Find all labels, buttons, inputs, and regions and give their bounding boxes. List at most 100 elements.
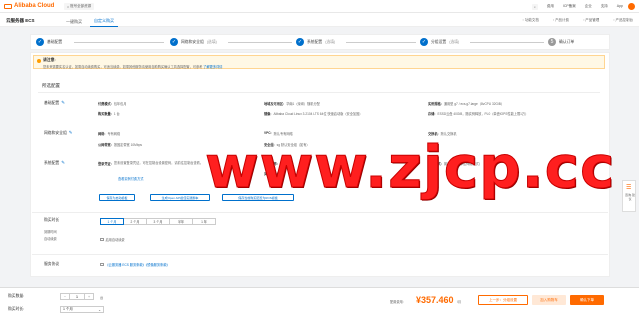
tab-quick-buy[interactable]: 一键购买 bbox=[62, 16, 86, 27]
price-unit: /月 bbox=[457, 300, 462, 304]
user-avatar[interactable] bbox=[628, 3, 635, 10]
step-group[interactable]: ✓ 分组设置 (选填) bbox=[420, 38, 459, 46]
check-icon: ✓ bbox=[170, 38, 178, 46]
openapi-script-button[interactable]: 生成Open API最佳实践脚本 bbox=[150, 194, 210, 201]
top-nav-links: ⌕ 费用 ICP备案 企业 支持 App bbox=[531, 3, 623, 10]
qty-unit: 台 bbox=[100, 296, 104, 300]
plus-icon[interactable]: + bbox=[85, 294, 93, 299]
duration-label: 购买时长 bbox=[44, 218, 60, 222]
nav-link-icp[interactable]: ICP备案 bbox=[563, 4, 576, 10]
field-billing: 付费模式: 包年包月 bbox=[98, 102, 127, 106]
agreement-link[interactable]: 《云服务器 ECS 服务条款》《镜像服务条款》 bbox=[106, 262, 170, 267]
autorenew-text: 启用自动续费 bbox=[105, 238, 125, 242]
tab-custom-buy[interactable]: 自定义购买 bbox=[90, 16, 118, 27]
nav-link-support[interactable]: 支持 bbox=[601, 4, 608, 10]
section-title: 所选配置 bbox=[42, 83, 60, 88]
save-template-button[interactable]: 保存为启动模板 bbox=[99, 194, 135, 201]
step-connector bbox=[228, 42, 292, 43]
field-region: 地域及可用区: 华南1（深圳）随机分配 bbox=[264, 102, 320, 106]
field-storage: 存储: ESSD云盘 40GiB，随实例释放，PL0（单盘IOPS性能上限1万） bbox=[428, 112, 529, 116]
workspace-selector[interactable]: ⌂ 账号全部资源 bbox=[64, 3, 95, 10]
nav-link-fee[interactable]: 费用 bbox=[547, 4, 554, 10]
bottom-duration-label: 购买时长: bbox=[8, 307, 25, 311]
duration-option-1m[interactable]: 1 个月 bbox=[100, 218, 124, 225]
notice-title: 请注意: bbox=[43, 58, 56, 62]
duration-option-2m[interactable]: 2 个月 bbox=[123, 218, 147, 225]
edit-icon[interactable]: ✎ bbox=[69, 130, 73, 136]
check-icon: ✓ bbox=[296, 38, 304, 46]
top-navbar: Alibaba Cloud ⌂ 账号全部资源 ⌕ 费用 ICP备案 企业 支持 … bbox=[0, 0, 639, 13]
step-sub: (选填) bbox=[449, 39, 460, 44]
step-connector bbox=[470, 42, 544, 43]
duration-segment: 1 个月 2 个月 3 个月 半年 1 年 bbox=[100, 218, 216, 225]
divider bbox=[32, 212, 608, 213]
duration-select-value: 1 个月 bbox=[63, 307, 73, 311]
step-connector bbox=[346, 42, 416, 43]
duration-select[interactable]: 1 个月 ⌄ bbox=[60, 306, 104, 313]
agreement-label: 服务协议 bbox=[44, 262, 60, 266]
notice-link[interactable]: 了解更多详情 bbox=[203, 65, 222, 69]
price-label: 配置费用: bbox=[390, 300, 404, 304]
confirm-order-button[interactable]: 确认下单 bbox=[570, 295, 604, 305]
autorenew-checkbox[interactable]: 启用自动续费 bbox=[100, 237, 125, 242]
step-basic[interactable]: ✓ 基础配置 bbox=[36, 38, 62, 46]
bottom-bar: 购买数量: − 1 + 台 购买时长: 1 个月 ⌄ 配置费用: ¥357.46… bbox=[0, 287, 639, 317]
field-quantity: 购买数量: 1 台 bbox=[98, 112, 120, 116]
nav-link-app[interactable]: App bbox=[617, 4, 623, 10]
product-link-doc[interactable]: ▫ 功能文档 bbox=[523, 18, 539, 23]
duration-option-3m[interactable]: 3 个月 bbox=[146, 218, 170, 225]
minus-icon[interactable]: − bbox=[61, 294, 69, 299]
edit-icon[interactable]: ✎ bbox=[61, 100, 65, 106]
duration-option-1y[interactable]: 1 年 bbox=[192, 218, 216, 225]
search-box[interactable]: ⌕ bbox=[531, 3, 538, 10]
alibaba-logo-icon bbox=[4, 3, 12, 9]
alibaba-cloud-logo[interactable]: Alibaba Cloud bbox=[4, 3, 54, 9]
notice-text: 您未来需要实名认证，如需自动续费购买，可适当续费。如需其他服务请使用自助购买确认… bbox=[43, 64, 223, 69]
add-to-cart-button[interactable]: 加入购物车 bbox=[532, 295, 566, 305]
step-label: 确认订单 bbox=[559, 39, 575, 44]
product-link-billing[interactable]: ▫ 产品计费 bbox=[553, 18, 569, 23]
product-title: 云服务器 ECS bbox=[6, 17, 35, 23]
step-number: 5 bbox=[548, 38, 556, 46]
system-link[interactable]: 查看实例付费方式 bbox=[118, 176, 144, 181]
workspace-label: 账号全部资源 bbox=[70, 4, 92, 8]
check-icon: ✓ bbox=[420, 38, 428, 46]
expire-label: 到期时间 bbox=[44, 230, 57, 234]
autorenew-label: 自动续费 bbox=[44, 237, 57, 241]
warning-icon bbox=[37, 59, 41, 63]
step-connector bbox=[74, 42, 164, 43]
step-system[interactable]: ✓ 系统配置 (选填) bbox=[296, 38, 335, 46]
quantity-stepper[interactable]: − 1 + bbox=[60, 293, 94, 300]
check-icon: ✓ bbox=[36, 38, 44, 46]
system-config-label: 系统配置 ✎ bbox=[44, 160, 65, 166]
prev-step-button[interactable]: 上一步：分组设置 bbox=[478, 295, 528, 305]
step-confirm[interactable]: 5 确认订单 bbox=[548, 38, 574, 46]
step-sub: (选填) bbox=[206, 39, 217, 44]
nav-link-enterprise[interactable]: 企业 bbox=[585, 4, 592, 10]
watermark-text: www.zjcp.cc bbox=[204, 133, 616, 202]
basic-config-label: 基础配置 ✎ bbox=[44, 100, 65, 106]
checkbox-icon bbox=[100, 237, 104, 242]
product-link-console[interactable]: ▫ 产品控制台 bbox=[613, 18, 633, 23]
checkbox-icon bbox=[100, 262, 104, 267]
qty-value[interactable]: 1 bbox=[69, 294, 85, 299]
price-value: ¥357.460 bbox=[416, 295, 454, 305]
duration-option-6m[interactable]: 半年 bbox=[169, 218, 193, 225]
divider bbox=[38, 92, 600, 93]
step-label: 分组设置 bbox=[431, 39, 447, 44]
step-label: 系统配置 bbox=[307, 39, 323, 44]
step-label: 网络和安全组 bbox=[181, 39, 204, 44]
chat-icon: ☰ bbox=[626, 185, 632, 191]
product-links: ▫ 功能文档 ▫ 产品计费 ▫ 产品管理 ▫ 产品控制台 bbox=[523, 18, 633, 23]
step-network[interactable]: ✓ 网络和安全组 (选填) bbox=[170, 38, 217, 46]
edit-icon[interactable]: ✎ bbox=[61, 160, 65, 166]
agreement-checkbox[interactable]: 《云服务器 ECS 服务条款》《镜像服务条款》 bbox=[100, 262, 170, 267]
chevron-down-icon: ⌄ bbox=[98, 307, 101, 312]
field-image: 镜像: Alibaba Cloud Linux 3.2104 LTS 64位 快速… bbox=[264, 112, 363, 116]
network-config-label: 网络和安全组 ✎ bbox=[44, 130, 73, 136]
field-instance-type: 实例规格: 通用型 g7 / ecs.g7.large（8vCPU 32GiB） bbox=[428, 102, 505, 106]
product-link-manage[interactable]: ▫ 产品管理 bbox=[583, 18, 599, 23]
step-sub: (选填) bbox=[325, 39, 336, 44]
logo-text: Alibaba Cloud bbox=[14, 3, 55, 9]
feedback-float[interactable]: ☰ 咨询·建议 bbox=[622, 180, 636, 212]
